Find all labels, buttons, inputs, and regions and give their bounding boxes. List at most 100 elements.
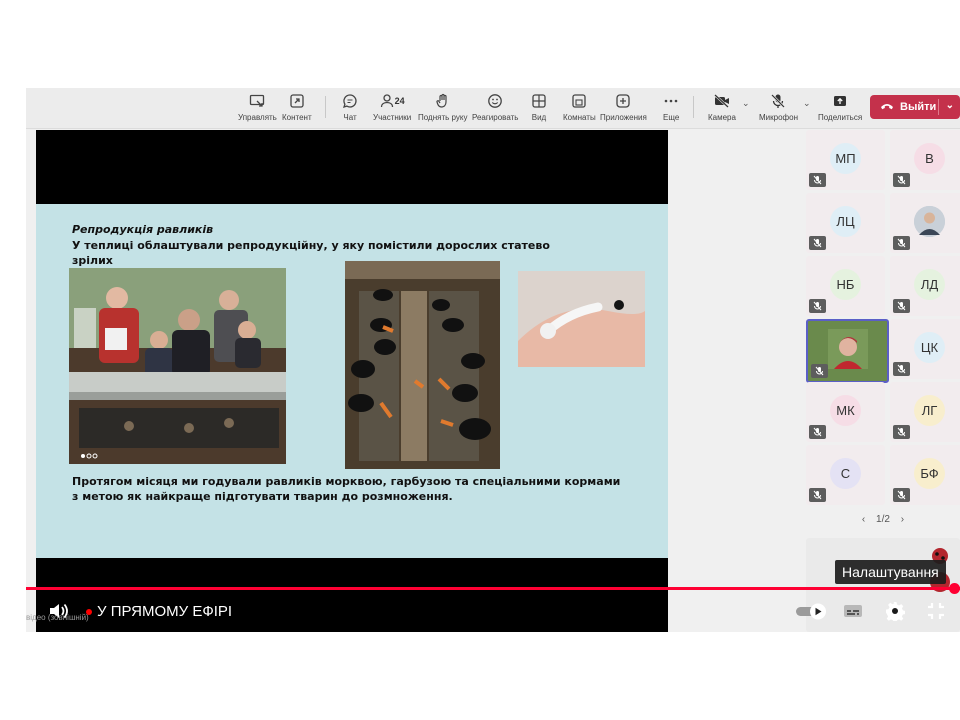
presentation-slide: Репродукція равликів У теплиці облаштува… xyxy=(36,204,668,558)
content-label: Контент xyxy=(282,113,312,122)
teams-meeting-window: Управлять Контент Чат 24 Участники Подня… xyxy=(26,88,960,632)
manage-button[interactable]: Управлять xyxy=(238,91,277,125)
muted-mic-icon xyxy=(893,362,910,376)
camera-button[interactable]: Камера xyxy=(708,91,736,125)
more-button[interactable]: Еще xyxy=(663,91,679,125)
participants-label: Участники xyxy=(373,113,412,122)
manage-icon xyxy=(249,91,265,111)
subtitles-button[interactable] xyxy=(843,603,863,624)
muted-mic-icon xyxy=(893,299,910,313)
rooms-icon xyxy=(571,91,587,111)
participant-avatar: НБ xyxy=(830,269,861,300)
camera-off-icon xyxy=(713,91,731,111)
participant-avatar: ЛГ xyxy=(914,395,945,426)
settings-button[interactable] xyxy=(885,601,906,626)
share-label: Поделиться xyxy=(818,113,863,122)
muted-mic-icon xyxy=(893,173,910,187)
subtitles-icon xyxy=(844,605,862,617)
meeting-toolbar: Управлять Контент Чат 24 Участники Подня… xyxy=(26,88,960,129)
participant-tile[interactable] xyxy=(806,319,889,383)
participant-tile[interactable]: НБ xyxy=(806,256,885,316)
participant-tile[interactable] xyxy=(890,193,960,253)
content-button[interactable]: Контент xyxy=(282,91,312,125)
people-icon xyxy=(380,94,393,108)
slide-conclusion-line: з метою як найкраще підготувати тварин д… xyxy=(72,490,453,503)
muted-mic-icon xyxy=(809,173,826,187)
video-progress-bar[interactable] xyxy=(26,587,960,590)
participant-avatar: ЛД xyxy=(914,269,945,300)
ellipsis-icon xyxy=(663,91,679,111)
participant-tile[interactable]: ЛД xyxy=(890,256,960,316)
participants-button[interactable]: 24 Участники xyxy=(373,91,411,125)
chat-icon xyxy=(342,91,358,111)
slide-intro-line: У теплиці облаштували репродукційну, у я… xyxy=(72,239,550,267)
share-button[interactable]: Поделиться xyxy=(818,91,862,125)
apps-label: Приложения xyxy=(600,113,647,122)
leave-button[interactable]: Выйти ⌄ xyxy=(870,95,960,119)
leave-divider xyxy=(938,99,939,115)
participant-tile[interactable]: МП xyxy=(806,130,885,190)
next-page-icon[interactable]: › xyxy=(901,514,904,525)
participant-tile[interactable]: БФ xyxy=(890,445,960,505)
autoplay-toggle-icon xyxy=(796,603,826,620)
chat-button[interactable]: Чат xyxy=(342,91,358,125)
muted-mic-icon xyxy=(809,236,826,250)
live-indicator[interactable]: У ПРЯМОМУ ЕФІРІ xyxy=(86,603,232,620)
participant-avatar xyxy=(914,206,945,237)
participant-avatar: ЦК xyxy=(914,332,945,363)
muted-mic-icon xyxy=(809,425,826,439)
participant-tile[interactable]: МК xyxy=(806,382,885,442)
slide-conclusion: Протягом місяця ми годували равликів мор… xyxy=(72,474,632,504)
smiley-icon xyxy=(487,91,503,111)
muted-mic-icon xyxy=(811,364,828,378)
settings-tooltip: Налаштування xyxy=(835,560,946,584)
participant-tile[interactable]: ЛГ xyxy=(890,382,960,442)
autoplay-toggle[interactable] xyxy=(794,601,830,626)
participant-avatar: БФ xyxy=(914,458,945,489)
share-content-icon xyxy=(289,91,305,111)
participant-avatar: В xyxy=(914,143,945,174)
more-label: Еще xyxy=(663,113,680,122)
participant-tile[interactable]: В xyxy=(890,130,960,190)
slide-conclusion-line: Протягом місяця ми годували равликів мор… xyxy=(72,475,621,488)
gear-icon xyxy=(886,602,906,623)
view-button[interactable]: Вид xyxy=(531,91,547,125)
participant-tile[interactable]: ЛЦ xyxy=(806,193,885,253)
raise-hand-label: Поднять руку xyxy=(418,113,468,122)
react-button[interactable]: Реагировать xyxy=(472,91,518,125)
participant-avatar: МП xyxy=(830,143,861,174)
slide-title: Репродукція равликів xyxy=(72,223,214,236)
share-screen-icon xyxy=(832,91,848,111)
mic-options-chevron-icon[interactable]: ⌄ xyxy=(803,98,811,109)
raise-hand-button[interactable]: Поднять руку xyxy=(418,91,467,125)
participant-tile[interactable]: ЦК xyxy=(890,319,960,379)
rooms-button[interactable]: Комнаты xyxy=(563,91,596,125)
exit-fullscreen-button[interactable] xyxy=(926,601,946,626)
greenhouse-people-photo xyxy=(69,268,286,464)
participant-tile[interactable]: С xyxy=(806,445,885,505)
grid-view-icon xyxy=(531,91,547,111)
progress-scrubber-handle[interactable] xyxy=(949,583,960,594)
view-label: Вид xyxy=(531,113,547,122)
apps-button[interactable]: Приложения xyxy=(600,91,647,125)
camera-options-chevron-icon[interactable]: ⌄ xyxy=(742,98,750,109)
muted-mic-icon xyxy=(893,488,910,502)
mic-label: Микрофон xyxy=(759,113,798,122)
mic-off-icon xyxy=(770,91,786,111)
leave-chevron-icon[interactable]: ⌄ xyxy=(946,100,954,111)
shared-screen: Репродукція равликів У теплиці облаштува… xyxy=(36,130,668,632)
participants-icon-wrap: 24 xyxy=(380,91,405,111)
page-indicator: 1/2 xyxy=(876,514,890,525)
manage-label: Управлять xyxy=(238,113,277,122)
prev-page-icon[interactable]: ‹ xyxy=(862,514,865,525)
gallery-pager[interactable]: ‹ 1/2 › xyxy=(806,514,960,525)
react-label: Реагировать xyxy=(472,113,519,122)
exit-fullscreen-icon xyxy=(928,603,944,619)
add-app-icon xyxy=(615,91,631,111)
mic-button[interactable]: Микрофон xyxy=(759,91,798,125)
participant-avatar xyxy=(828,329,868,369)
live-label: У ПРЯМОМУ ЕФІРІ xyxy=(97,603,233,620)
muted-mic-icon xyxy=(893,236,910,250)
snail-enclosure-photo xyxy=(345,261,500,469)
underlying-caption-text: відео (зовнішній) xyxy=(26,613,89,622)
